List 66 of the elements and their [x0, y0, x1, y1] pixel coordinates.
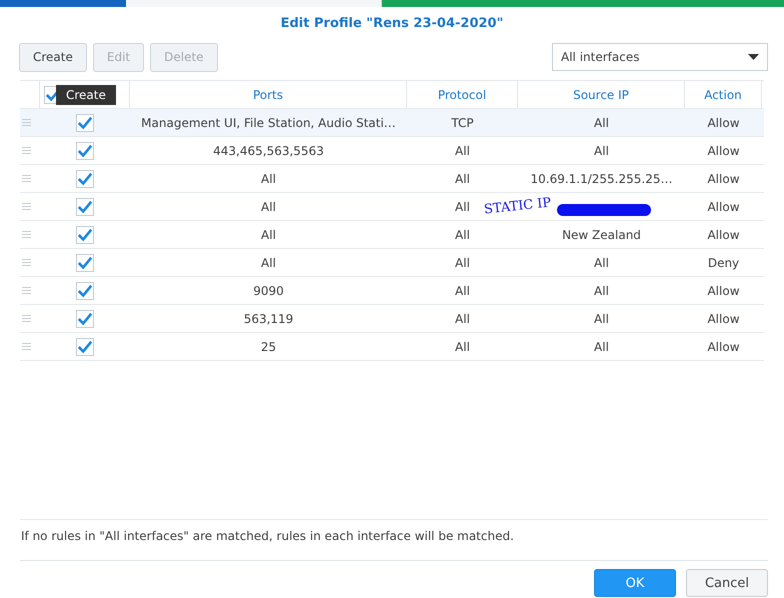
table-cell: Deny	[708, 256, 740, 270]
table-cell: All	[455, 172, 470, 186]
table-cell: Allow	[707, 340, 740, 354]
table-cell: Allow	[707, 116, 740, 130]
column-header[interactable]: Ports	[130, 81, 407, 108]
checkbox[interactable]	[76, 282, 94, 300]
table-cell: Management UI, File Station, Audio Stati…	[141, 116, 396, 130]
checkbox[interactable]	[76, 254, 94, 272]
checkbox[interactable]	[76, 338, 94, 356]
drag-handle-icon[interactable]	[22, 175, 31, 182]
table-cell: Allow	[707, 312, 740, 326]
table-cell: All	[261, 200, 276, 214]
dialog-title: Edit Profile "Rens 23-04-2020"	[280, 15, 504, 33]
table-cell: All	[594, 116, 609, 130]
table-cell: 563,119	[244, 312, 294, 326]
table-cell: All	[594, 284, 609, 298]
table-cell: All	[594, 340, 609, 354]
table-cell: 9090	[253, 284, 284, 298]
table-cell: All	[261, 228, 276, 242]
info-note: If no rules in "All interfaces" are matched, rules in each interface will be matched.	[20, 519, 768, 561]
drag-handle-icon[interactable]	[22, 287, 31, 294]
table-cell: New Zealand	[562, 228, 641, 242]
drag-handle-icon[interactable]	[22, 343, 31, 350]
table-cell: All	[261, 172, 276, 186]
caret-icon	[748, 54, 759, 60]
table-cell: All	[455, 284, 470, 298]
checkbox[interactable]	[76, 114, 94, 132]
checkbox[interactable]	[76, 226, 94, 244]
drag-handle-icon[interactable]	[22, 231, 31, 238]
table-cell: All	[455, 200, 470, 214]
table-cell: 443,465,563,5563	[213, 144, 324, 158]
table-cell: Allow	[707, 284, 740, 298]
table-cell: All	[455, 256, 470, 270]
interface-dropdown[interactable]: All interfaces	[552, 43, 768, 71]
drag-handle-icon[interactable]	[22, 259, 31, 266]
cancel-button[interactable]: Cancel	[686, 569, 768, 597]
table-cell: Allow	[707, 172, 740, 186]
table-cell: Allow	[707, 144, 740, 158]
table-cell: All	[455, 312, 470, 326]
checkbox[interactable]	[76, 170, 94, 188]
table-cell: All	[594, 144, 609, 158]
table-cell: All	[261, 256, 276, 270]
checkbox[interactable]	[76, 198, 94, 216]
table-cell: TCP	[451, 116, 474, 130]
table-cell: All	[455, 144, 470, 158]
table-cell: 10.69.1.1/255.255.25…	[530, 172, 672, 186]
toolbar-button[interactable]: Create	[19, 42, 87, 72]
tooltip: Create	[56, 85, 116, 105]
table-cell: Allow	[707, 228, 740, 242]
handwritten-note: STATIC IP	[482, 195, 552, 217]
column-header[interactable]: Source IP	[518, 81, 685, 108]
table-cell: All	[594, 312, 609, 326]
drag-handle-icon[interactable]	[22, 147, 31, 154]
table-cell: All	[594, 256, 609, 270]
column-header[interactable]: Protocol	[407, 81, 518, 108]
table-row[interactable]: Management UI, File Station, Audio Stati… TCP All Allow	[20, 109, 764, 137]
table-cell: All	[455, 228, 470, 242]
drag-handle-icon[interactable]	[22, 315, 31, 322]
checkbox[interactable]	[76, 142, 94, 160]
table-cell: Allow	[707, 200, 740, 214]
column-header[interactable]: Action	[685, 81, 762, 108]
drag-handle-icon[interactable]	[22, 203, 31, 210]
table-cell: 25	[260, 340, 276, 354]
drag-handle-icon[interactable]	[22, 119, 31, 126]
table-cell: All	[455, 340, 470, 354]
checkbox[interactable]	[76, 310, 94, 328]
